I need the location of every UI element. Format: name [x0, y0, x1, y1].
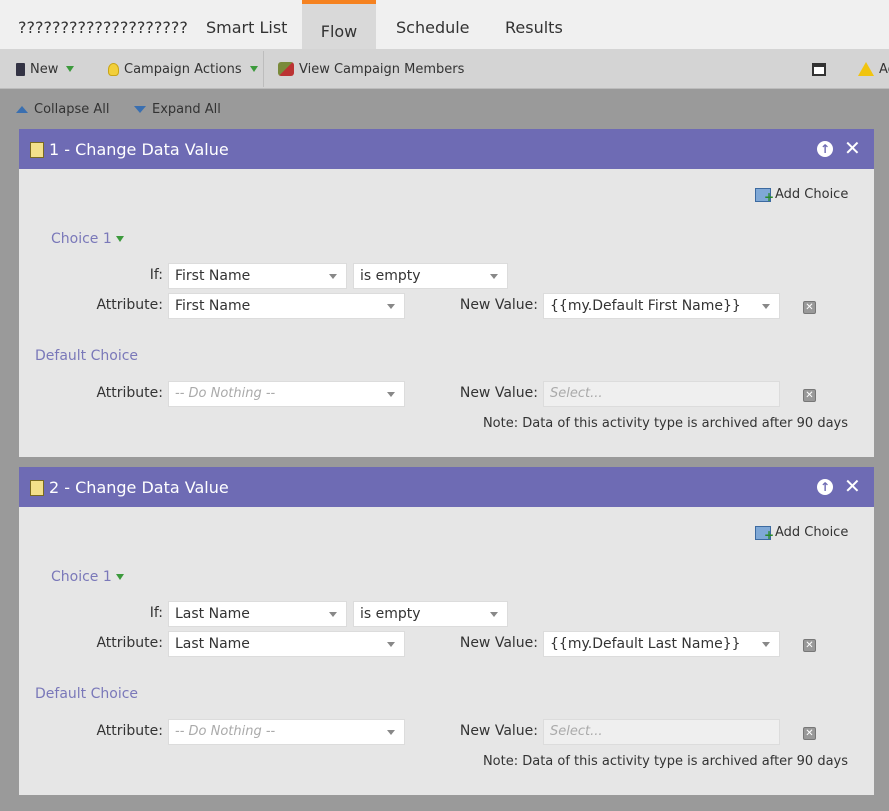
default-attribute-label: Attribute:	[96, 385, 163, 401]
tab-smart-list[interactable]: Smart List	[206, 0, 287, 49]
move-up-icon[interactable]: ↑	[817, 141, 833, 157]
warning-icon	[858, 62, 874, 76]
new-value-select[interactable]: {{my.Default Last Name}}	[543, 631, 780, 657]
campaign-actions-button[interactable]: Campaign Actions	[108, 49, 258, 89]
if-field-select[interactable]: First Name	[168, 263, 347, 289]
default-new-value-select[interactable]: Select...	[543, 719, 780, 745]
default-new-value-select[interactable]: Select...	[543, 381, 780, 407]
archive-note: Note: Data of this activity type is arch…	[482, 416, 848, 431]
add-choice-button[interactable]: Add Choice	[755, 187, 849, 203]
view-campaign-members-button[interactable]: View Campaign Members	[278, 49, 464, 89]
choice-label-text: Choice 1	[51, 569, 112, 585]
default-attribute-select[interactable]: -- Do Nothing --	[168, 719, 405, 745]
new-menu-button[interactable]: New	[16, 49, 75, 89]
add-choice-icon	[755, 525, 774, 541]
collapse-all-link[interactable]: Collapse All	[16, 102, 110, 117]
toolbar-divider	[263, 51, 264, 87]
if-field-select[interactable]: Last Name	[168, 601, 347, 627]
lightbulb-icon	[108, 62, 119, 76]
collapse-all-label: Collapse All	[34, 102, 110, 117]
if-operator-select[interactable]: is empty	[353, 263, 508, 289]
caret-down-icon	[249, 66, 258, 72]
tab-results[interactable]: Results	[505, 0, 563, 49]
flow-step-header[interactable]: 2 - Change Data Value ↑ ✕	[19, 467, 874, 507]
add-choice-icon	[755, 187, 774, 203]
tab-flow[interactable]: Flow	[302, 0, 376, 49]
flow-step-2: 2 - Change Data Value ↑ ✕ Add Choice Cho…	[19, 467, 874, 795]
delete-choice-icon[interactable]: ✕	[803, 639, 816, 652]
close-icon[interactable]: ✕	[844, 475, 861, 497]
book-icon	[16, 62, 25, 76]
flow-step-title: 1 - Change Data Value	[49, 140, 229, 159]
flow-step-1: 1 - Change Data Value ↑ ✕ Add Choice Cho…	[19, 129, 874, 457]
window-button[interactable]	[812, 49, 831, 89]
campaign-actions-label: Campaign Actions	[124, 61, 242, 77]
default-new-value-label: New Value:	[459, 385, 538, 401]
warning-label: Ac	[879, 61, 889, 77]
if-label: If:	[149, 605, 163, 621]
caret-down-icon	[115, 236, 124, 242]
warning-button[interactable]: Ac	[858, 49, 889, 89]
tab-bar: ???????????????????? Smart List Flow Sch…	[0, 0, 889, 49]
default-choice-label: Default Choice	[35, 348, 139, 364]
close-icon[interactable]: ✕	[844, 137, 861, 159]
flow-step-title: 2 - Change Data Value	[49, 478, 229, 497]
new-value-label: New Value:	[459, 635, 538, 651]
archive-note: Note: Data of this activity type is arch…	[482, 754, 848, 769]
step-note-icon	[30, 142, 44, 158]
new-value-label: New Value:	[459, 297, 538, 313]
new-value-select[interactable]: {{my.Default First Name}}	[543, 293, 780, 319]
triangle-up-icon	[16, 106, 28, 113]
attribute-label: Attribute:	[96, 635, 163, 651]
move-up-icon[interactable]: ↑	[817, 479, 833, 495]
new-label: New	[30, 61, 59, 77]
delete-choice-icon[interactable]: ✕	[803, 301, 816, 314]
add-choice-label: Add Choice	[775, 187, 849, 202]
tab-schedule[interactable]: Schedule	[396, 0, 470, 49]
add-choice-label: Add Choice	[775, 525, 849, 540]
collapse-expand-row: Collapse All Expand All	[0, 90, 889, 128]
program-title[interactable]: ????????????????????	[18, 0, 188, 49]
default-attribute-select[interactable]: -- Do Nothing --	[168, 381, 405, 407]
step-note-icon	[30, 480, 44, 496]
expand-all-link[interactable]: Expand All	[134, 102, 221, 117]
default-attribute-label: Attribute:	[96, 723, 163, 739]
people-icon	[278, 62, 294, 76]
if-operator-select[interactable]: is empty	[353, 601, 508, 627]
delete-default-icon[interactable]: ✕	[803, 727, 816, 740]
if-label: If:	[149, 267, 163, 283]
choice-1-label[interactable]: Choice 1	[51, 231, 124, 247]
choice-label-text: Choice 1	[51, 231, 112, 247]
flow-step-header[interactable]: 1 - Change Data Value ↑ ✕	[19, 129, 874, 169]
expand-all-label: Expand All	[152, 102, 221, 117]
triangle-down-icon	[134, 106, 146, 113]
attribute-select[interactable]: Last Name	[168, 631, 405, 657]
caret-down-icon	[115, 574, 124, 580]
view-campaign-members-label: View Campaign Members	[299, 61, 465, 77]
add-choice-button[interactable]: Add Choice	[755, 525, 849, 541]
toolbar: New Campaign Actions View Campaign Membe…	[0, 49, 889, 89]
window-icon	[812, 62, 826, 76]
caret-down-icon	[66, 66, 75, 72]
choice-1-label[interactable]: Choice 1	[51, 569, 124, 585]
delete-default-icon[interactable]: ✕	[803, 389, 816, 402]
attribute-select[interactable]: First Name	[168, 293, 405, 319]
attribute-label: Attribute:	[96, 297, 163, 313]
default-new-value-label: New Value:	[459, 723, 538, 739]
default-choice-label: Default Choice	[35, 686, 139, 702]
